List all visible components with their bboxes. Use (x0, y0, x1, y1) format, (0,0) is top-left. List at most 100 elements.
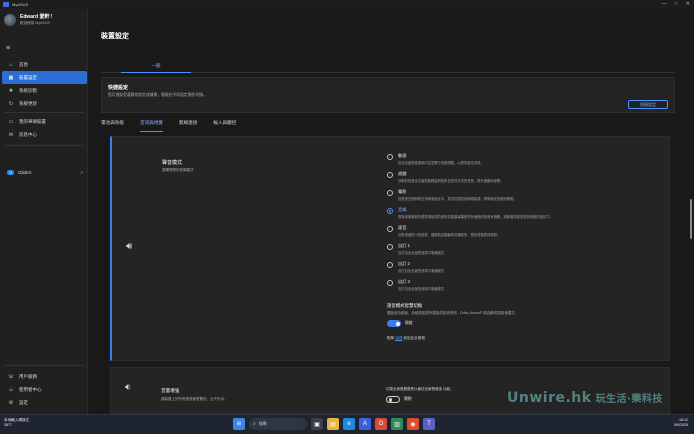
edge-icon[interactable]: e (343, 418, 355, 430)
radio-button[interactable] (387, 190, 393, 196)
main-content: 裝置設定 一般 快捷設定 您可儲存您喜歡的設定成情景，輕鬆在不同設定間作切換。 … (89, 9, 694, 414)
top-tab-bar: 一般 (101, 63, 675, 73)
mode-desc: 清晰的聲音定位讓您能輕鬆辨別來自任何方向的聲音，提升遊戲玩家體。 (398, 179, 504, 183)
audio-mode-card: 聲音模式 選擇理想的音頻模式 🔊︎ 動感 包括全景聲音調和內容並實行自動調整，以… (110, 136, 670, 361)
mode-label: 音樂 (398, 207, 407, 212)
sidebar-item-label: 用戶服務 (19, 373, 37, 379)
subtab-bar: 電池與效能 音訊與視覺 無線連接 輸入與觸控 (101, 119, 675, 132)
sidebar-item-settings[interactable]: ⚙ 設定 (2, 396, 87, 409)
sidebar-item-my-devices[interactable]: ▭ 我的華碩裝置 (2, 115, 87, 128)
sidebar-nav-main: ⌂ 首頁 ▦ 裝置設定 ✚ 系統診斷 ↻ 系統更新 (2, 58, 87, 110)
sidebar-item-label: 首頁 (19, 61, 28, 67)
radio-button[interactable] (387, 244, 393, 250)
smart-switch-toggle[interactable] (387, 320, 401, 327)
tab-input-touch[interactable]: 輸入與觸控 (213, 119, 236, 129)
mode-label: 自訂 1 (398, 243, 410, 248)
quick-settings-panel: 快捷設定 您可儲存您喜歡的設定成情景，輕鬆在不同設定間作切換。 快捷設定 (101, 77, 675, 113)
mode-label: 動感 (398, 153, 407, 158)
audio-mode-title: 聲音模式 (162, 160, 183, 166)
sidebar-item-user-center[interactable]: ☺ 使用者中心 (2, 383, 87, 396)
mode-label: 電影 (398, 189, 407, 194)
glidex-icon: G (7, 170, 14, 175)
devices-icon: ▭ (8, 118, 14, 125)
mode-desc: 從聲音空間和對白清晰度設定中，提供寬廣的音場環繞感，帶來極佳的觀影體驗。 (398, 197, 517, 201)
chrome-icon[interactable]: ◉ (407, 418, 419, 430)
minimize-button[interactable]: — (662, 1, 667, 7)
update-icon: ↻ (8, 100, 14, 107)
mode-desc: 包括全景聲音調和內容並實行自動調整，以提供最佳效效。 (398, 161, 484, 165)
tab-general[interactable]: 一般 (121, 63, 191, 69)
sidebar-item-device-settings[interactable]: ▦ 裝置設定 (2, 71, 87, 84)
scrollbar[interactable] (690, 199, 692, 239)
office-icon[interactable]: O (375, 418, 387, 430)
hamburger-menu-icon[interactable]: ≡ (6, 45, 10, 52)
sidebar-nav-secondary: ▭ 我的華碩裝置 ✉ 訊息中心 (2, 115, 87, 141)
radio-button[interactable] (387, 226, 393, 232)
search-icon: ⌕ (253, 421, 256, 427)
smart-switch-link-line: 點擊 這裡 設定此全景聲 (387, 336, 425, 341)
mode-desc: 自訂包含全景聲音調平衡器模式 (398, 269, 445, 273)
volume-enhance-title: 音量增強 (161, 388, 180, 393)
unwire-watermark: Unwire.hk 玩生活·樂科技 (507, 390, 663, 406)
taskbar-search[interactable]: ⌕ 搜尋 (249, 418, 307, 430)
maximize-button[interactable]: □ (675, 1, 678, 7)
user-icon: ☺ (8, 386, 14, 393)
smart-switch-desc: 開啟此功能後，系統將因您所觀影的影音資訊 - Dolby Atmos® 將自動切… (387, 311, 519, 315)
smart-switch-toggle-label: 開啟 (405, 321, 413, 325)
here-link[interactable]: 這裡 (395, 336, 402, 340)
sidebar-item-label: 系統診斷 (19, 87, 37, 93)
link-suffix: 設定此全景聲 (403, 336, 425, 340)
system-tray[interactable]: 18:12 5/6/2025 (674, 418, 688, 428)
sidebar-item-label: 使用者中心 (19, 386, 42, 392)
sidebar-divider (4, 365, 84, 366)
weather-widget[interactable]: 本地輸入環境尤 28°C (4, 418, 29, 428)
mode-label: 自訂 2 (398, 261, 410, 266)
sidebar-item-messages[interactable]: ✉ 訊息中心 (2, 128, 87, 141)
quick-settings-button[interactable]: 快捷設定 (628, 100, 668, 109)
sidebar-nav-bottom: ☏ 用戶服務 ☺ 使用者中心 ⚙ 設定 (2, 370, 87, 409)
settings-icon: ⚙ (8, 399, 14, 406)
profile-name: Edward 愛軒 ! (20, 14, 53, 20)
file-explorer-icon[interactable]: ▤ (327, 418, 339, 430)
teams-icon[interactable]: T (423, 418, 435, 430)
volume-enhance-toggle[interactable] (386, 396, 400, 403)
message-icon: ✉ (8, 131, 14, 138)
store-icon[interactable]: ▥ (391, 418, 403, 430)
page-title: 裝置設定 (101, 33, 129, 40)
window-title: MyASUS (12, 2, 29, 7)
tab-wireless[interactable]: 無線連接 (179, 119, 197, 129)
myasus-taskbar-icon[interactable]: A (359, 418, 371, 430)
sidebar-item-support[interactable]: ☏ 用戶服務 (2, 370, 87, 383)
profile[interactable]: Edward 愛軒 ! 歡迎使用 MyASUS (4, 13, 53, 26)
radio-button[interactable] (387, 262, 393, 268)
link-prefix: 點擊 (387, 336, 395, 340)
close-button[interactable]: ✕ (686, 1, 690, 7)
tab-audio-visual[interactable]: 音訊與視覺 (139, 119, 163, 132)
mode-desc: 專為音樂播放的優質環繞感的音訊效果讓每顆音符有細節的聲音有機體，讓節奏感更感受到… (398, 215, 553, 219)
grid-icon: ▦ (8, 74, 14, 81)
sidebar-item-update[interactable]: ↻ 系統更新 (2, 97, 87, 110)
sidebar-item-diagnosis[interactable]: ✚ 系統診斷 (2, 84, 87, 97)
watermark-cn: 玩生活·樂科技 (595, 394, 663, 405)
support-icon: ☏ (7, 373, 15, 380)
audio-mode-desc: 選擇理想的音頻模式 (162, 168, 194, 172)
tab-battery-performance[interactable]: 電池與效能 (101, 119, 124, 129)
sidebar: Edward 愛軒 ! 歡迎使用 MyASUS ≡ ⌂ 首頁 ▦ 裝置設定 ✚ … (0, 9, 88, 414)
diagnosis-icon: ✚ (8, 87, 14, 94)
radio-button[interactable] (387, 172, 393, 178)
radio-button-selected[interactable] (387, 208, 393, 214)
task-view-icon[interactable]: ▣ (311, 418, 323, 430)
volume-enhance-toggle-desc: 切換全景聲擴展是以最佳全景聲增強 功能。 (386, 387, 454, 391)
home-icon: ⌂ (9, 61, 13, 68)
quick-settings-title: 快捷設定 (108, 85, 129, 91)
start-icon[interactable]: ⊞ (233, 418, 245, 430)
mode-desc: 清晰透過的人聲品質，讓與新話播客和清聽變的，優化音檔表訊講餅。 (398, 233, 501, 237)
radio-button[interactable] (387, 280, 393, 286)
windows-taskbar: 本地輸入環境尤 28°C ⊞ ⌕ 搜尋 ▣ ▤ e A O ▥ ◉ T 18:1… (0, 414, 694, 434)
radio-button[interactable] (387, 154, 393, 160)
sidebar-item-label: GlideX (18, 170, 32, 175)
sidebar-item-glidex[interactable]: G GlideX ↗ (2, 166, 87, 179)
sidebar-item-home[interactable]: ⌂ 首頁 (2, 58, 87, 71)
tab-active-indicator (121, 71, 191, 73)
external-link-icon: ↗ (79, 170, 83, 175)
